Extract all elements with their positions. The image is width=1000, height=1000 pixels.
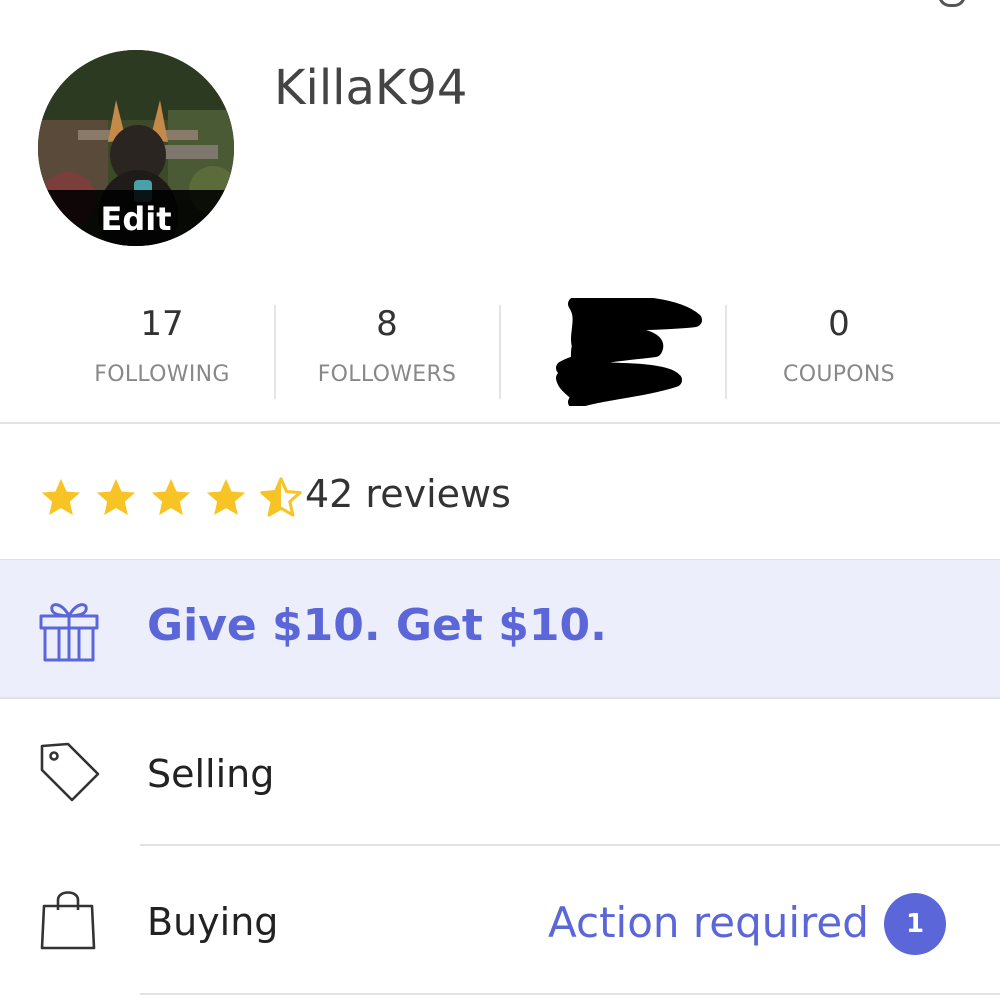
referral-text: Give $10. Get $10. [147, 600, 607, 651]
stat-following[interactable]: 17 FOLLOWING [49, 290, 275, 410]
stat-followers[interactable]: 8 FOLLOWERS [274, 290, 500, 410]
edit-avatar-button[interactable]: Edit [38, 200, 234, 238]
reviews-count-link[interactable]: 42 reviews [305, 472, 511, 516]
stat-coupons[interactable]: 0 COUPONS [726, 290, 952, 410]
settings-icon[interactable] [938, 0, 966, 7]
star-half-icon [260, 477, 303, 517]
menu-item-label: Selling [147, 752, 275, 796]
stat-label: FOLLOWING [94, 362, 230, 387]
rating-stars[interactable] [38, 475, 308, 521]
star-full-icon [152, 478, 191, 516]
divider [0, 422, 1000, 424]
stat-value: 0 [828, 304, 850, 344]
divider [0, 697, 1000, 699]
gift-icon [39, 603, 99, 662]
star-full-icon [207, 478, 246, 516]
menu-item-selling[interactable]: Selling [0, 700, 1000, 846]
stat-label: COUPONS [783, 362, 895, 387]
menu-item-label: Buying [147, 900, 279, 944]
divider [140, 993, 1000, 995]
action-required-status[interactable]: Action required [548, 898, 869, 947]
redaction-scribble [556, 298, 702, 406]
shopping-bag-icon [40, 891, 96, 950]
stats-bar: 17 FOLLOWING 8 FOLLOWERS 0 COUPONS [0, 290, 1000, 410]
divider [140, 844, 1000, 846]
stat-value: 17 [140, 304, 184, 344]
menu-item-buying[interactable]: Buying Action required 1 [0, 848, 1000, 994]
stat-label: FOLLOWERS [317, 362, 457, 387]
tag-icon [40, 742, 100, 802]
stat-value: 8 [376, 304, 398, 344]
username: KillaK94 [274, 60, 468, 116]
avatar[interactable]: Edit [38, 50, 234, 246]
notification-badge: 1 [884, 893, 946, 955]
star-full-icon [96, 478, 136, 516]
star-full-icon [41, 478, 81, 516]
referral-banner[interactable]: Give $10. Get $10. [0, 560, 1000, 698]
